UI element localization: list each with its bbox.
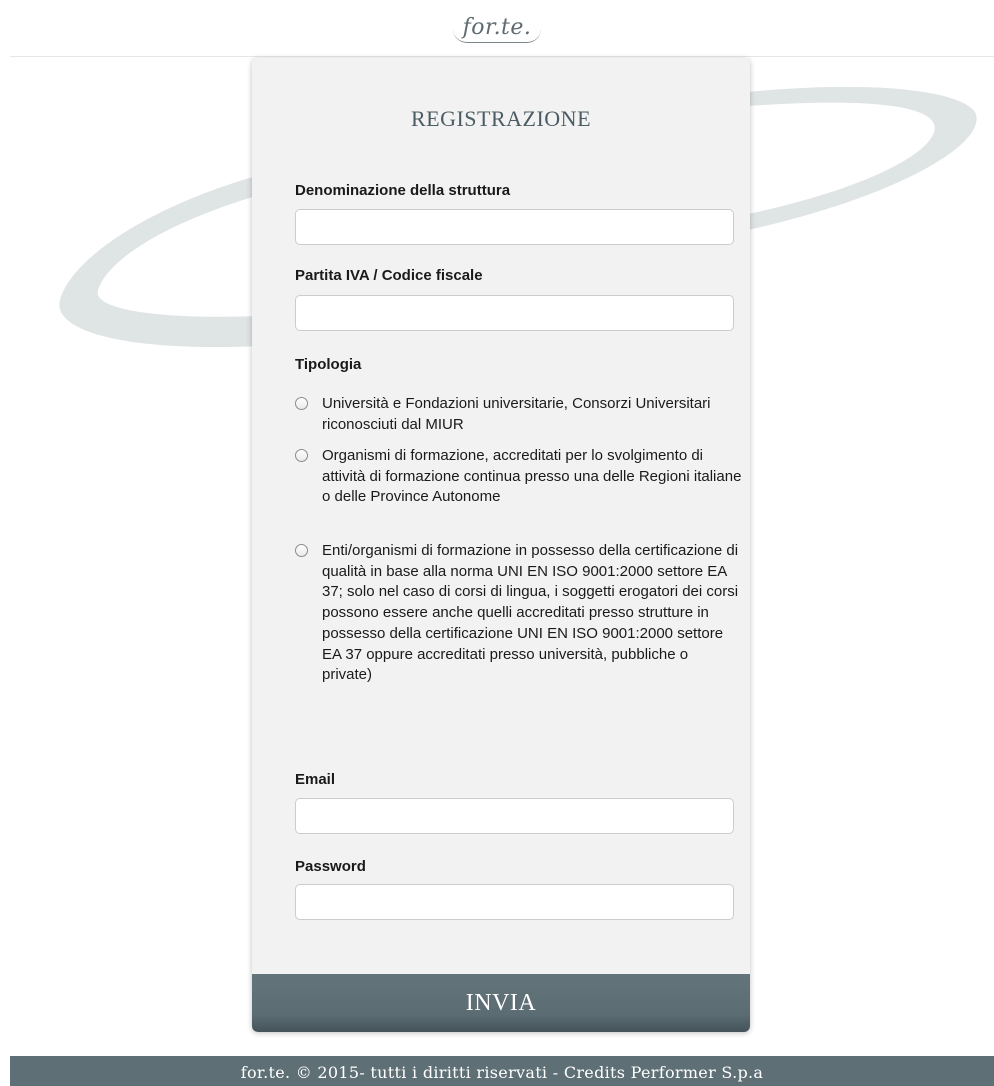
radio-button[interactable] xyxy=(295,449,308,462)
email-label: Email xyxy=(295,771,336,788)
option-label: Università e Fondazioni universitarie, C… xyxy=(322,395,711,433)
partita-iva-label: Partita IVA / Codice fiscale xyxy=(295,267,483,284)
radio-button[interactable] xyxy=(295,397,308,410)
footer-text: for.te. © 2015- tutti i diritti riservat… xyxy=(240,1063,764,1082)
denominazione-label: Denominazione della struttura xyxy=(295,182,511,199)
option-label: Enti/organismi di formazione in possesso… xyxy=(322,542,739,684)
invia-button[interactable]: INVIA xyxy=(252,974,750,1032)
password-label: Password xyxy=(295,858,366,875)
password-input[interactable] xyxy=(295,884,734,920)
form-title: REGISTRAZIONE xyxy=(410,106,592,131)
email-input[interactable] xyxy=(295,798,734,834)
footer: for.te. © 2015- tutti i diritti riservat… xyxy=(10,1056,994,1086)
registration-card: REGISTRAZIONE Denominazione della strutt… xyxy=(252,58,750,1032)
option-label: Organismi di formazione, accreditati per… xyxy=(322,447,742,506)
partita-iva-input[interactable] xyxy=(295,295,734,331)
denominazione-input[interactable] xyxy=(295,209,734,245)
tipologia-label: Tipologia xyxy=(295,356,362,373)
radio-button[interactable] xyxy=(295,544,308,557)
